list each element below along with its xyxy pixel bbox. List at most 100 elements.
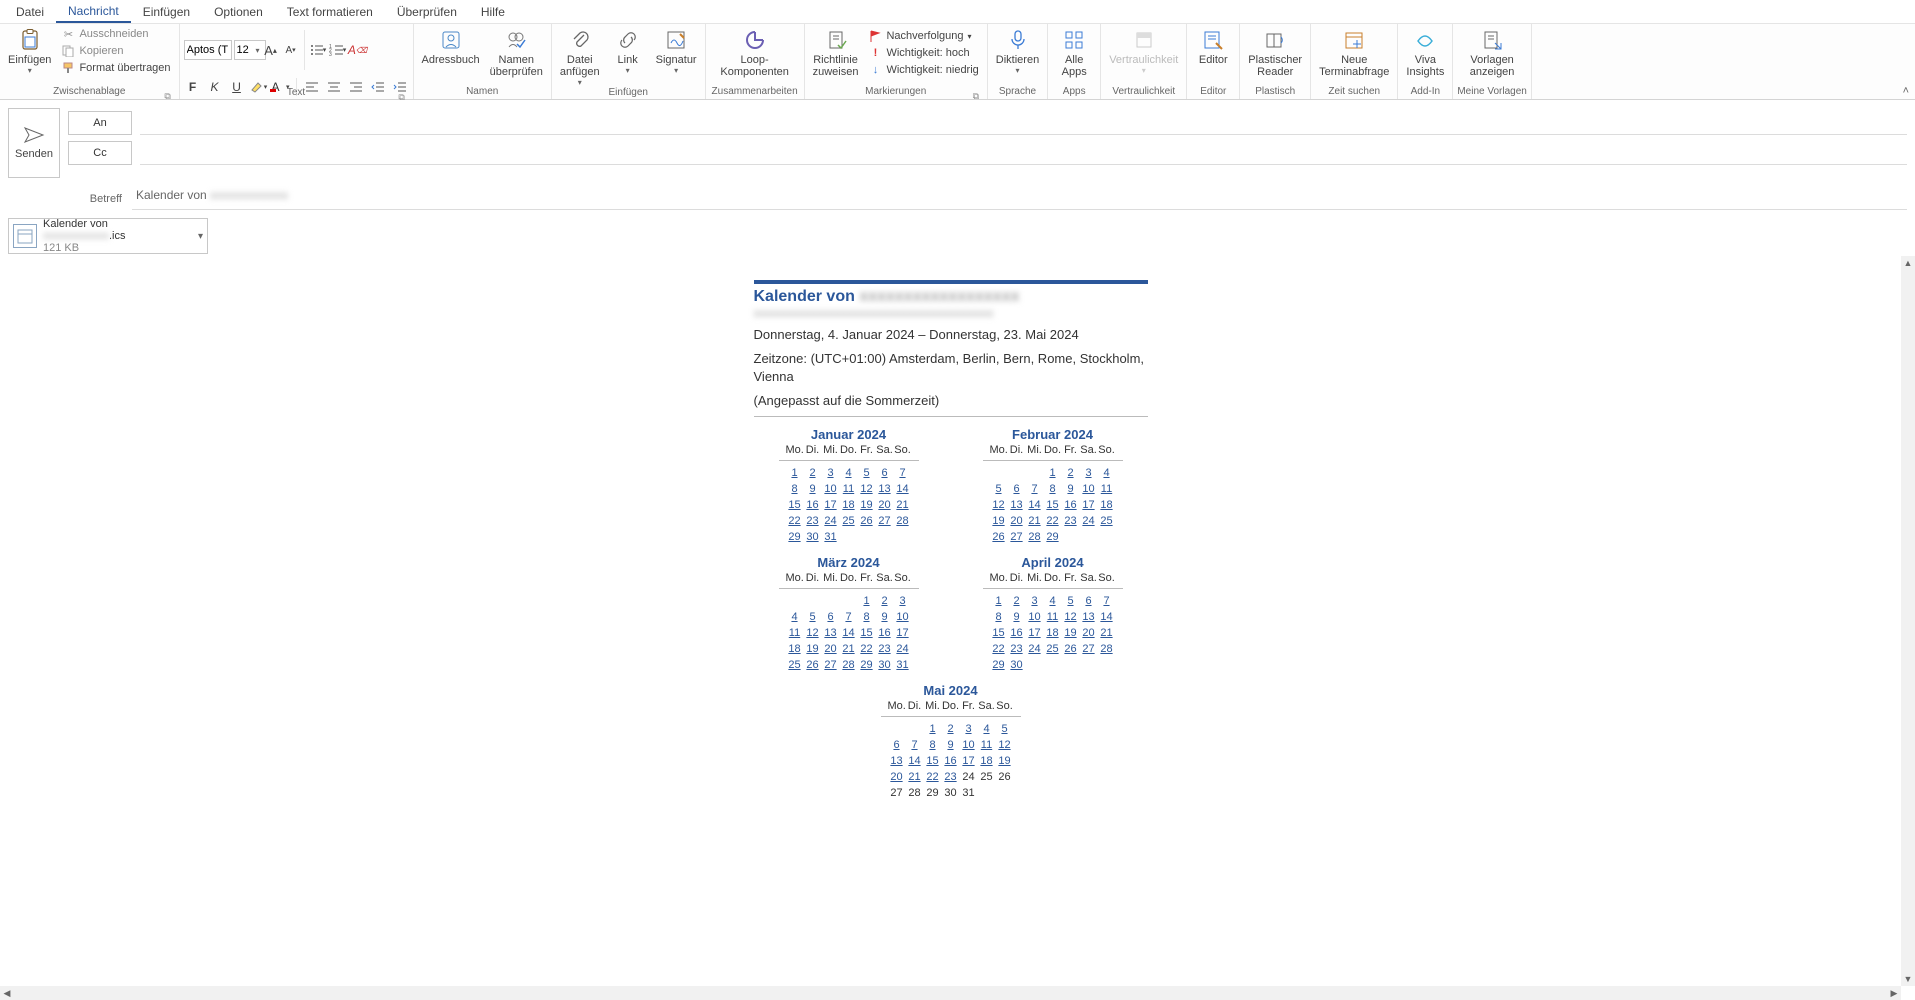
- calendar-day[interactable]: 14: [906, 753, 924, 769]
- calendar-day[interactable]: 7: [906, 737, 924, 753]
- calendar-day[interactable]: 6: [822, 609, 840, 625]
- calendar-day[interactable]: 12: [1062, 609, 1080, 625]
- calendar-day[interactable]: 4: [786, 609, 804, 625]
- calendar-day[interactable]: 13: [1080, 609, 1098, 625]
- calendar-day[interactable]: 30: [804, 529, 822, 545]
- calendar-day[interactable]: 25: [1044, 641, 1062, 657]
- new-meeting-poll-button[interactable]: Neue Terminabfrage: [1315, 26, 1393, 80]
- calendar-day[interactable]: 10: [1026, 609, 1044, 625]
- calendar-day[interactable]: 27: [1008, 529, 1026, 545]
- tab-optionen[interactable]: Optionen: [202, 2, 275, 22]
- calendar-day[interactable]: 22: [858, 641, 876, 657]
- calendar-day[interactable]: 30: [876, 657, 894, 673]
- calendar-day[interactable]: 1: [786, 465, 804, 481]
- calendar-day[interactable]: 18: [786, 641, 804, 657]
- tab-überprüfen[interactable]: Überprüfen: [385, 2, 469, 22]
- calendar-day[interactable]: 6: [876, 465, 894, 481]
- calendar-day[interactable]: 22: [1044, 513, 1062, 529]
- check-names-button[interactable]: Namen überprüfen: [486, 26, 547, 80]
- calendar-day[interactable]: 28: [1026, 529, 1044, 545]
- chevron-down-icon[interactable]: ▾: [198, 231, 203, 242]
- calendar-day[interactable]: 8: [786, 481, 804, 497]
- calendar-day[interactable]: 19: [804, 641, 822, 657]
- calendar-day[interactable]: 17: [960, 753, 978, 769]
- calendar-day[interactable]: 25: [840, 513, 858, 529]
- clear-formatting-button[interactable]: A⌫: [349, 41, 367, 59]
- calendar-day[interactable]: 3: [960, 721, 978, 737]
- calendar-day[interactable]: 28: [894, 513, 912, 529]
- calendar-day[interactable]: 17: [894, 625, 912, 641]
- calendar-day[interactable]: 16: [804, 497, 822, 513]
- message-body[interactable]: Kalender von xxxxxxxxxxxxxxxxxx xxxxxxxx…: [0, 256, 1901, 986]
- scroll-right-arrow[interactable]: ▶: [1887, 986, 1901, 1000]
- calendar-day[interactable]: 6: [888, 737, 906, 753]
- calendar-day[interactable]: 29: [990, 657, 1008, 673]
- calendar-day[interactable]: 16: [876, 625, 894, 641]
- paste-button[interactable]: Einfügen ▾: [4, 26, 55, 77]
- tab-einfügen[interactable]: Einfügen: [131, 2, 202, 22]
- calendar-day[interactable]: 12: [804, 625, 822, 641]
- calendar-day[interactable]: 26: [804, 657, 822, 673]
- calendar-day[interactable]: 16: [942, 753, 960, 769]
- calendar-day[interactable]: 14: [1098, 609, 1116, 625]
- calendar-day[interactable]: 3: [822, 465, 840, 481]
- calendar-day[interactable]: 25: [1098, 513, 1116, 529]
- calendar-day[interactable]: 23: [876, 641, 894, 657]
- cut-button[interactable]: ✂ Ausschneiden: [57, 26, 174, 42]
- low-importance-button[interactable]: ↓ Wichtigkeit: niedrig: [864, 62, 982, 78]
- collapse-ribbon-button[interactable]: ˄: [1903, 85, 1909, 97]
- calendar-day[interactable]: 31: [894, 657, 912, 673]
- calendar-day[interactable]: 9: [1062, 481, 1080, 497]
- calendar-day[interactable]: 13: [822, 625, 840, 641]
- calendar-day[interactable]: 12: [858, 481, 876, 497]
- calendar-day[interactable]: 24: [1026, 641, 1044, 657]
- font-name-combo[interactable]: [184, 40, 232, 60]
- calendar-day[interactable]: 23: [1008, 641, 1026, 657]
- follow-up-button[interactable]: Nachverfolgung▾: [864, 28, 982, 44]
- calendar-day[interactable]: 19: [1062, 625, 1080, 641]
- calendar-day[interactable]: 10: [822, 481, 840, 497]
- calendar-day[interactable]: 22: [786, 513, 804, 529]
- vertical-scrollbar[interactable]: ▲ ▼: [1901, 256, 1915, 986]
- calendar-day[interactable]: 18: [978, 753, 996, 769]
- calendar-day[interactable]: 2: [876, 593, 894, 609]
- calendar-day[interactable]: 17: [1026, 625, 1044, 641]
- calendar-day[interactable]: 26: [990, 529, 1008, 545]
- calendar-day[interactable]: 26: [858, 513, 876, 529]
- calendar-day[interactable]: 19: [858, 497, 876, 513]
- calendar-day[interactable]: 24: [1080, 513, 1098, 529]
- to-field[interactable]: [140, 111, 1907, 135]
- calendar-day[interactable]: 19: [996, 753, 1014, 769]
- calendar-day[interactable]: 21: [1098, 625, 1116, 641]
- scroll-track[interactable]: [1901, 270, 1915, 972]
- high-importance-button[interactable]: ! Wichtigkeit: hoch: [864, 45, 982, 61]
- calendar-day[interactable]: 2: [942, 721, 960, 737]
- send-button[interactable]: Senden: [8, 108, 60, 178]
- to-button[interactable]: An: [68, 111, 132, 135]
- calendar-day[interactable]: 16: [1062, 497, 1080, 513]
- calendar-day[interactable]: 6: [1008, 481, 1026, 497]
- calendar-day[interactable]: 21: [894, 497, 912, 513]
- calendar-day[interactable]: 1: [924, 721, 942, 737]
- calendar-day[interactable]: 28: [1098, 641, 1116, 657]
- calendar-day[interactable]: 29: [858, 657, 876, 673]
- calendar-day[interactable]: 4: [1098, 465, 1116, 481]
- viva-insights-button[interactable]: Viva Insights: [1402, 26, 1448, 80]
- calendar-day[interactable]: 29: [786, 529, 804, 545]
- calendar-day[interactable]: 11: [1044, 609, 1062, 625]
- calendar-day[interactable]: 15: [786, 497, 804, 513]
- calendar-day[interactable]: 18: [1098, 497, 1116, 513]
- calendar-day[interactable]: 20: [1008, 513, 1026, 529]
- calendar-day[interactable]: 14: [1026, 497, 1044, 513]
- calendar-day[interactable]: 15: [990, 625, 1008, 641]
- bullets-button[interactable]: ▾: [309, 41, 327, 59]
- calendar-day[interactable]: 16: [1008, 625, 1026, 641]
- link-button[interactable]: Link ▾: [606, 26, 650, 77]
- calendar-day[interactable]: 14: [840, 625, 858, 641]
- calendar-day[interactable]: 25: [786, 657, 804, 673]
- calendar-day[interactable]: 11: [1098, 481, 1116, 497]
- calendar-day[interactable]: 19: [990, 513, 1008, 529]
- calendar-day[interactable]: 8: [990, 609, 1008, 625]
- calendar-day[interactable]: 21: [840, 641, 858, 657]
- calendar-day[interactable]: 23: [1062, 513, 1080, 529]
